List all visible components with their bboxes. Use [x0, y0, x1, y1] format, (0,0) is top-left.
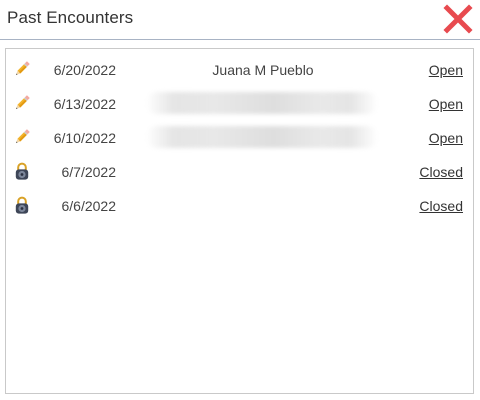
obscured-patient-name: [146, 92, 378, 114]
pencil-icon: [12, 127, 32, 147]
pencil-icon: [12, 93, 32, 113]
encounter-list: 6/20/2022 Juana M Pueblo Open 6/13/2022: [5, 48, 474, 394]
status-link[interactable]: Open: [429, 62, 463, 78]
padlock-icon: [12, 161, 32, 181]
encounter-row: 6/7/2022 Closed: [6, 154, 473, 188]
past-encounters-dialog: Past Encounters 6/20/2022 Juana M Pueblo…: [0, 0, 480, 400]
status-link[interactable]: Closed: [419, 198, 463, 214]
encounter-date: 6/13/2022: [53, 96, 116, 112]
encounter-row: 6/20/2022 Juana M Pueblo Open: [6, 52, 473, 86]
pencil-icon: [12, 59, 32, 79]
encounter-row: 6/10/2022 Open: [6, 120, 473, 154]
status-link[interactable]: Closed: [419, 164, 463, 180]
status-link[interactable]: Open: [429, 130, 463, 146]
encounter-date: 6/20/2022: [53, 62, 116, 78]
encounter-date: 6/10/2022: [53, 130, 116, 146]
dialog-title: Past Encounters: [7, 8, 134, 27]
obscured-patient-name: [146, 126, 378, 148]
encounter-row: 6/13/2022 Open: [6, 86, 473, 120]
encounter-row: 6/6/2022 Closed: [6, 188, 473, 222]
encounter-date: 6/7/2022: [61, 164, 117, 180]
status-link[interactable]: Open: [429, 96, 463, 112]
dialog-header: Past Encounters: [0, 0, 480, 40]
close-button[interactable]: [442, 3, 474, 35]
close-x-icon: [443, 4, 473, 34]
patient-name: Juana M Pueblo: [212, 62, 314, 78]
encounter-date: 6/6/2022: [61, 198, 117, 214]
padlock-icon: [12, 195, 32, 215]
